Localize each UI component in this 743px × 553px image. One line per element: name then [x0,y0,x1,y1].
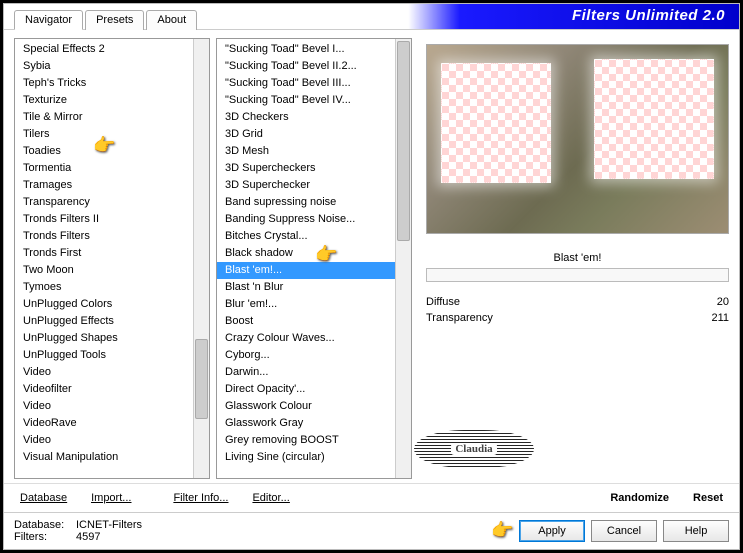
filter-item[interactable]: Darwin... [217,364,395,381]
filter-item[interactable]: "Sucking Toad" Bevel II.2... [217,58,395,75]
filter-item[interactable]: Banding Suppress Noise... [217,211,395,228]
param-row: Transparency 211 [426,312,729,324]
reset-button[interactable]: Reset [683,488,733,508]
filter-item[interactable]: 3D Grid [217,126,395,143]
scroll-thumb[interactable] [397,41,410,241]
category-listbox[interactable]: Special Effects 2SybiaTeph's TricksTextu… [14,38,210,479]
preview-pane: Claudia Blast 'em! Diffuse20Transparency… [418,38,729,479]
category-item[interactable]: Transparency [15,194,193,211]
param-row: Diffuse 20 [426,296,729,308]
category-item[interactable]: UnPlugged Effects [15,313,193,330]
category-item[interactable]: Tronds Filters [15,228,193,245]
category-pane: Special Effects 2SybiaTeph's TricksTextu… [14,38,210,479]
category-item[interactable]: VideoRave [15,415,193,432]
filters-unlimited-window: Navigator Presets About Filters Unlimite… [3,3,740,550]
category-item[interactable]: UnPlugged Tools [15,347,193,364]
import-button[interactable]: Import... [81,488,141,508]
category-item[interactable]: Two Moon [15,262,193,279]
tab-about[interactable]: About [146,10,197,30]
param-value: 211 [695,312,729,324]
help-button[interactable]: Help [663,520,729,542]
filter-item[interactable]: Blur 'em!... [217,296,395,313]
filter-item[interactable]: Living Sine (circular) [217,449,395,466]
watermark-badge: Claudia [414,430,534,468]
filter-pane: "Sucking Toad" Bevel I..."Sucking Toad" … [216,38,412,479]
cancel-button[interactable]: Cancel [591,520,657,542]
filter-item[interactable]: 3D Mesh [217,143,395,160]
filter-item[interactable]: Cyborg... [217,347,395,364]
param-value: 20 [695,296,729,308]
category-item[interactable]: Toadies [15,143,193,160]
filter-item[interactable]: Black shadow [217,245,395,262]
checker-region [441,63,551,183]
filter-item[interactable]: Direct Opacity'... [217,381,395,398]
filter-item[interactable]: Crazy Colour Waves... [217,330,395,347]
category-item[interactable]: Tormentia [15,160,193,177]
database-value: ICNET-Filters [76,519,142,531]
category-item[interactable]: Video [15,364,193,381]
editor-button[interactable]: Editor... [242,488,299,508]
category-item[interactable]: Special Effects 2 [15,41,193,58]
category-item[interactable]: Teph's Tricks [15,75,193,92]
category-item[interactable]: Tronds Filters II [15,211,193,228]
filter-item[interactable]: "Sucking Toad" Bevel I... [217,41,395,58]
category-item[interactable]: Tymoes [15,279,193,296]
apply-button[interactable]: Apply [519,520,585,542]
preview-image [426,44,729,234]
progress-bar [426,268,729,282]
filter-item[interactable]: 3D Superchecker [217,177,395,194]
filter-item[interactable]: Bitches Crystal... [217,228,395,245]
filter-item[interactable]: Blast 'em!... [217,262,395,279]
titlebar: Navigator Presets About Filters Unlimite… [4,4,739,30]
current-filter-label: Blast 'em! [426,252,729,264]
database-label: Database: [14,519,70,531]
filter-item[interactable]: Glasswork Colour [217,398,395,415]
filter-scrollbar[interactable] [395,39,411,478]
scroll-thumb[interactable] [195,339,208,419]
app-title: Filters Unlimited 2.0 [572,7,725,24]
category-item[interactable]: UnPlugged Shapes [15,330,193,347]
category-item[interactable]: Videofilter [15,381,193,398]
category-item[interactable]: Sybia [15,58,193,75]
tab-navigator[interactable]: Navigator [14,10,83,30]
toolbar-row: Database Import... Filter Info... Editor… [4,483,739,512]
param-label: Diffuse [426,296,596,308]
tab-strip: Navigator Presets About [14,10,197,30]
main-body: Special Effects 2SybiaTeph's TricksTextu… [4,30,739,483]
filter-item[interactable]: "Sucking Toad" Bevel III... [217,75,395,92]
checker-region [594,59,714,179]
param-label: Transparency [426,312,596,324]
filter-item[interactable]: Band supressing noise [217,194,395,211]
filters-label: Filters: [14,531,70,543]
tab-presets[interactable]: Presets [85,10,144,30]
category-item[interactable]: Visual Manipulation [15,449,193,466]
footer: Database: ICNET-Filters Filters: 4597 👉 Ap… [4,512,739,549]
filter-listbox[interactable]: "Sucking Toad" Bevel I..."Sucking Toad" … [216,38,412,479]
filter-item[interactable]: "Sucking Toad" Bevel IV... [217,92,395,109]
database-button[interactable]: Database [10,488,77,508]
category-item[interactable]: Video [15,398,193,415]
filter-item[interactable]: Grey removing BOOST [217,432,395,449]
category-scrollbar[interactable] [193,39,209,478]
category-item[interactable]: Tramages [15,177,193,194]
filter-item[interactable]: 3D Supercheckers [217,160,395,177]
category-item[interactable]: UnPlugged Colors [15,296,193,313]
category-item[interactable]: Video [15,432,193,449]
category-item[interactable]: Tile & Mirror [15,109,193,126]
filter-item[interactable]: 3D Checkers [217,109,395,126]
filter-item[interactable]: Glasswork Gray [217,415,395,432]
category-item[interactable]: Texturize [15,92,193,109]
filter-item[interactable]: Blast 'n Blur [217,279,395,296]
filters-count: 4597 [76,531,100,543]
randomize-button[interactable]: Randomize [600,488,679,508]
filter-item[interactable]: Boost [217,313,395,330]
category-item[interactable]: Tilers [15,126,193,143]
filter-info-button[interactable]: Filter Info... [163,488,238,508]
pointer-hand-icon: 👉 [491,520,513,541]
category-item[interactable]: Tronds First [15,245,193,262]
